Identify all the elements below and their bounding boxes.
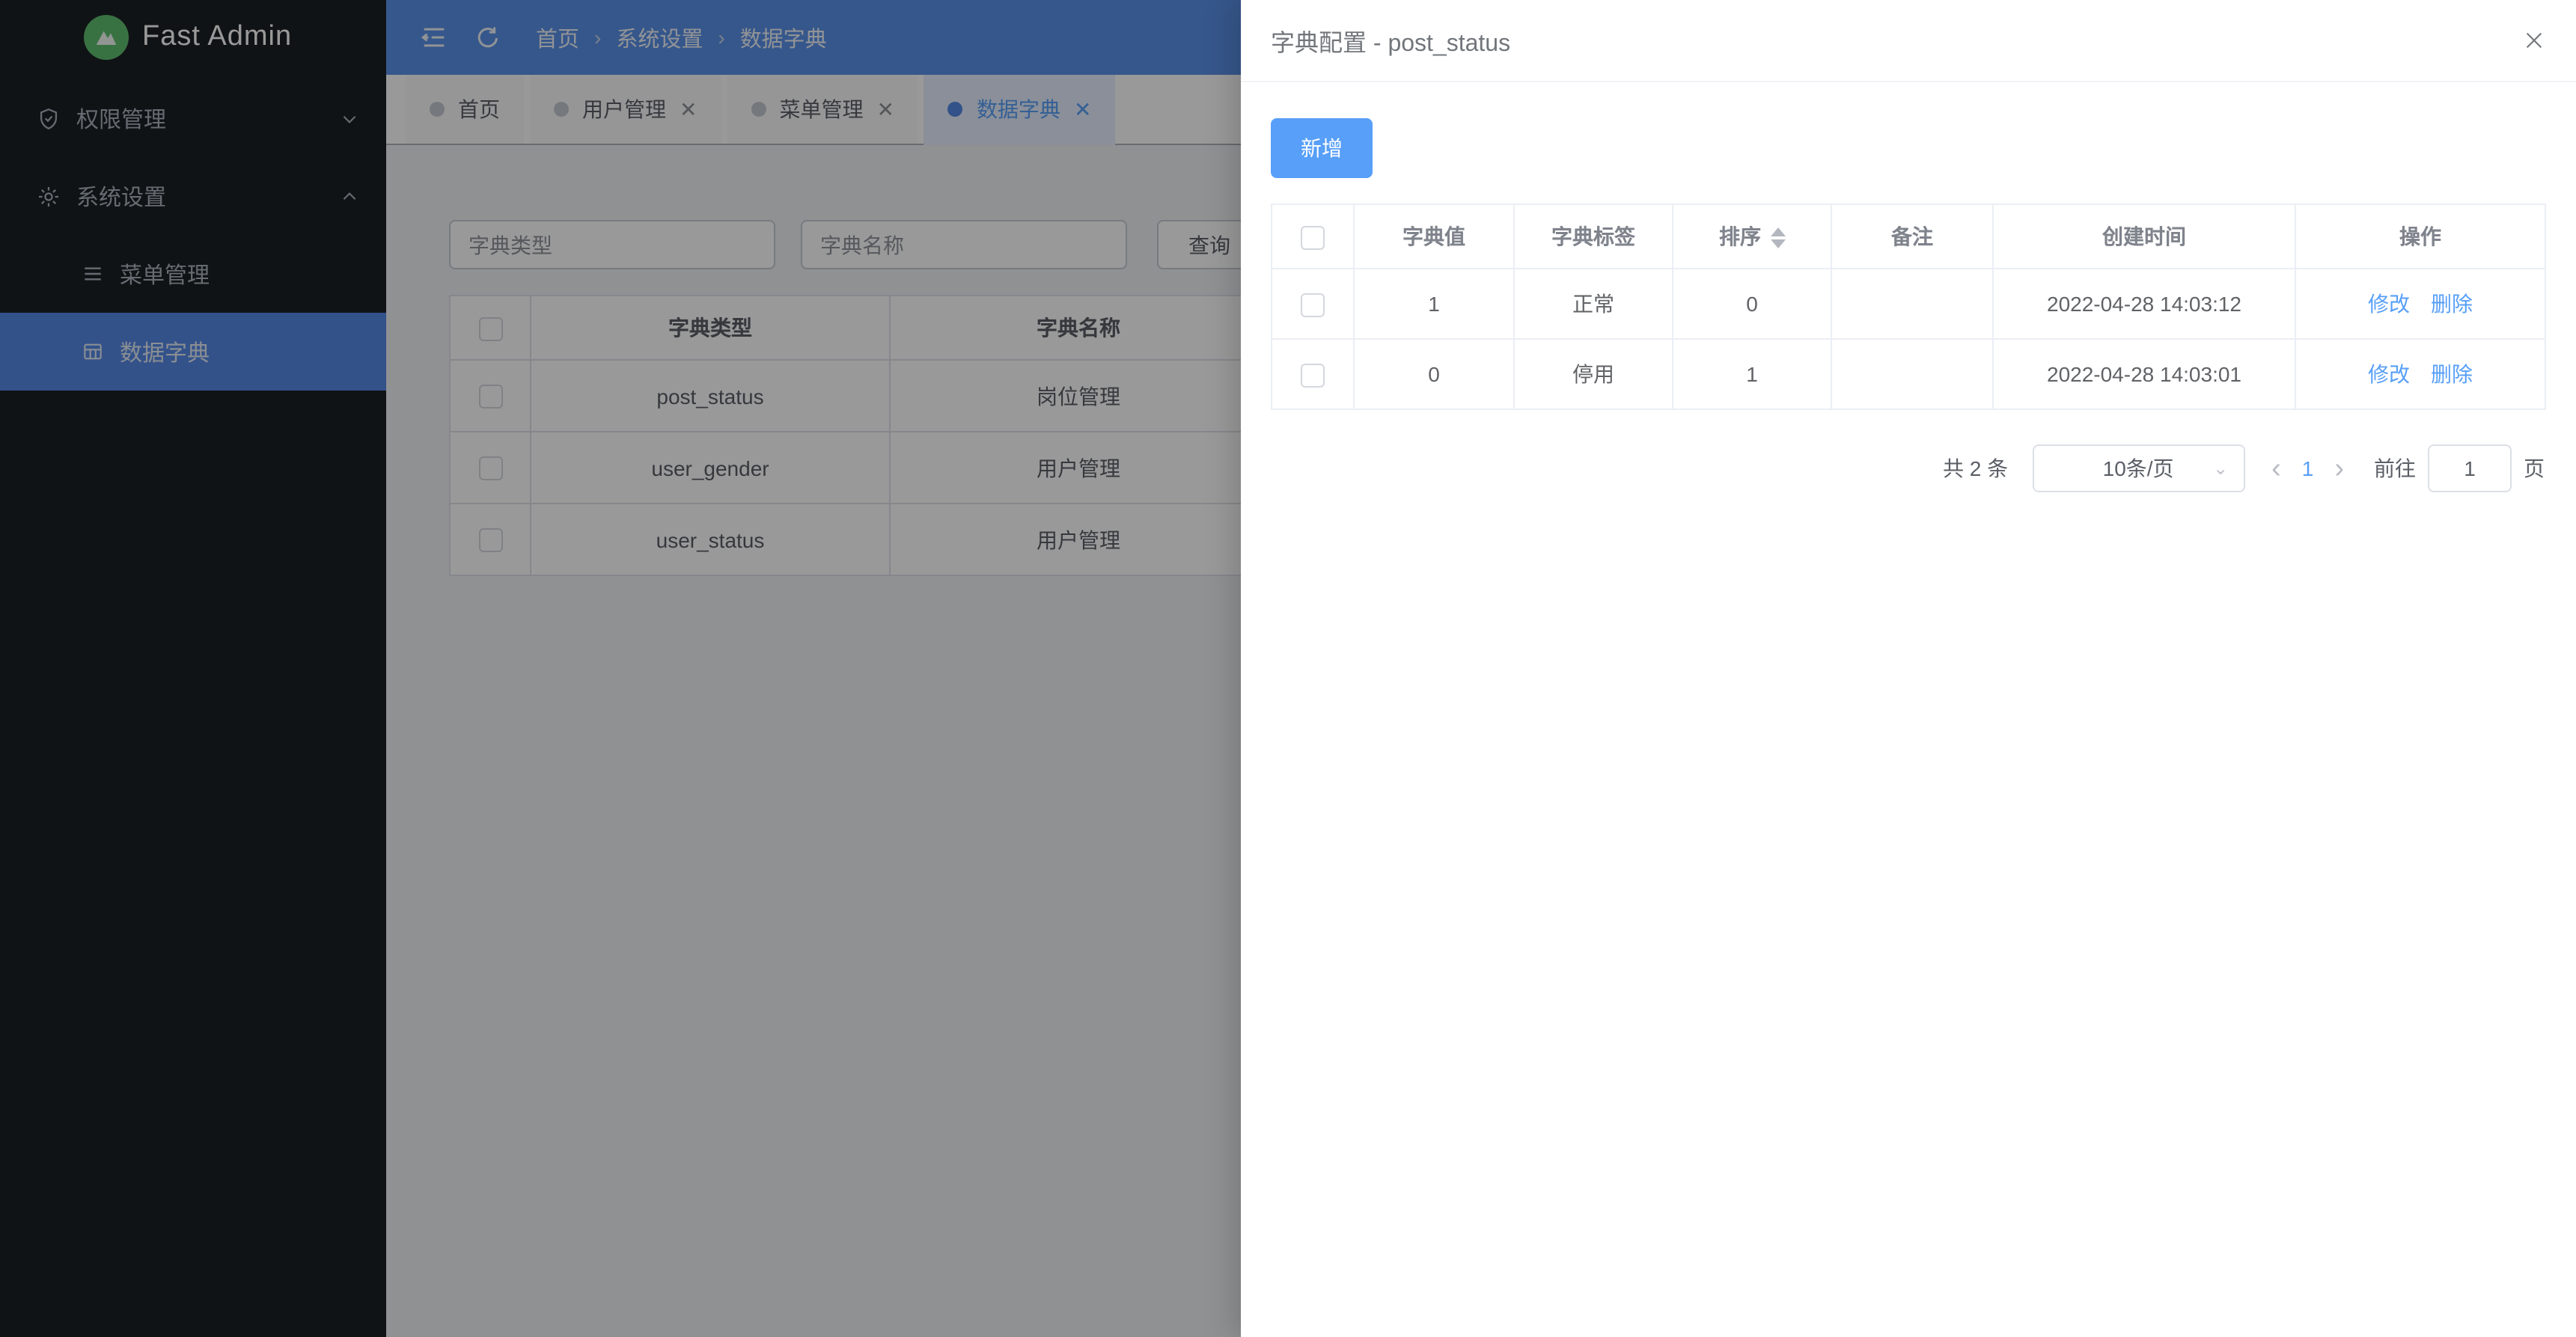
delete-link[interactable]: 删除 (2431, 362, 2473, 386)
page-size-value: 10条/页 (2103, 453, 2174, 483)
page-size-select[interactable]: 10条/页 ⌄ (2032, 444, 2244, 492)
drawer-title: 字典配置 - post_status (1271, 22, 1510, 58)
dict-items-table: 字典值 字典标签 排序 备注 创建时间 操作 1正常0 2022-04-28 14… (1271, 204, 2546, 410)
table-row: 1正常02022-04-28 14:03:12修改删除 (1272, 269, 2545, 339)
created-time-cell: 2022-04-28 14:03:01 (1993, 339, 2295, 409)
page-unit-label: 页 (2524, 453, 2545, 483)
col-remark: 备注 (1831, 204, 1993, 269)
edit-link[interactable]: 修改 (2368, 292, 2410, 316)
select-all-checkbox[interactable] (1301, 225, 1325, 249)
sort-cell: 1 (1673, 339, 1831, 409)
goto-label: 前往 (2374, 453, 2416, 483)
close-drawer-button[interactable] (2522, 28, 2546, 52)
pagination-total: 共 2 条 (1943, 453, 2008, 483)
actions-cell: 修改删除 (2295, 269, 2545, 339)
sort-cell: 0 (1673, 269, 1831, 339)
remark-cell (1831, 269, 1993, 339)
dict-label-cell: 停用 (1514, 339, 1673, 409)
close-icon (2522, 28, 2546, 52)
goto-page-input[interactable] (2428, 444, 2512, 492)
col-actions: 操作 (2295, 204, 2545, 269)
app-window: Fast Admin 权限管理 系统设置 (0, 0, 2576, 1337)
drawer-header: 字典配置 - post_status (1241, 0, 2576, 82)
pagination: 共 2 条 10条/页 ⌄ ‹ 1 › 前往 页 (1271, 444, 2545, 492)
actions-cell: 修改删除 (2295, 339, 2545, 409)
col-created-time: 创建时间 (1993, 204, 2295, 269)
row-checkbox[interactable] (1301, 293, 1325, 316)
add-dict-item-button[interactable]: 新增 (1271, 118, 1373, 178)
screen: Fast Admin 权限管理 系统设置 (0, 0, 2576, 1337)
remark-cell (1831, 339, 1993, 409)
select-all-cell (1272, 204, 1354, 269)
next-page-button[interactable]: › (2334, 454, 2344, 483)
row-select-cell (1272, 269, 1354, 339)
prev-page-button[interactable]: ‹ (2271, 454, 2281, 483)
dict-value-cell: 1 (1354, 269, 1514, 339)
drawer-body: 新增 字典值 字典标签 排序 备注 创建时间 (1241, 82, 2576, 1337)
page-number-current[interactable]: 1 (2302, 456, 2314, 480)
sort-carets-icon[interactable] (1770, 228, 1785, 249)
dict-value-cell: 0 (1354, 339, 1514, 409)
chevron-down-icon: ⌄ (2213, 458, 2228, 479)
dict-label-cell: 正常 (1514, 269, 1673, 339)
dict-config-drawer: 字典配置 - post_status 新增 字典值 字典标签 (1241, 0, 2576, 1337)
row-select-cell (1272, 339, 1354, 409)
col-dict-label: 字典标签 (1514, 204, 1673, 269)
row-checkbox[interactable] (1301, 363, 1325, 387)
table-row: 0停用12022-04-28 14:03:01修改删除 (1272, 339, 2545, 409)
col-dict-value: 字典值 (1354, 204, 1514, 269)
col-sort[interactable]: 排序 (1673, 204, 1831, 269)
delete-link[interactable]: 删除 (2431, 292, 2473, 316)
created-time-cell: 2022-04-28 14:03:12 (1993, 269, 2295, 339)
edit-link[interactable]: 修改 (2368, 362, 2410, 386)
table-header-row: 字典值 字典标签 排序 备注 创建时间 操作 (1272, 204, 2545, 269)
